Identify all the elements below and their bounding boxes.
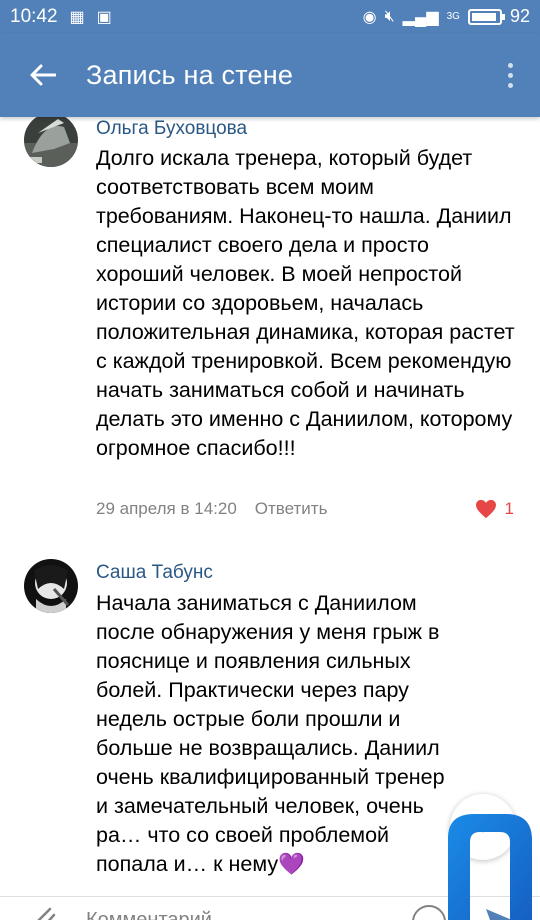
comment-input[interactable]: Комментарий... xyxy=(86,909,229,920)
status-time: 10:42 xyxy=(10,5,58,27)
app-bar: Запись на стене xyxy=(0,33,540,117)
gallery-notification-icon: ▦ xyxy=(69,8,85,26)
like-count: 1 xyxy=(504,499,514,518)
avatar[interactable] xyxy=(24,113,78,167)
comment-date: 29 апреля в 14:20 xyxy=(96,499,237,518)
mute-icon: 🔇︎ xyxy=(384,7,395,25)
image-notification-icon: ▣ xyxy=(96,8,112,26)
brand-logo xyxy=(448,814,532,920)
more-vert-icon[interactable] xyxy=(480,62,540,88)
reply-button[interactable]: Ответить xyxy=(255,499,328,519)
comment-author[interactable]: Саша Табунс xyxy=(96,562,213,584)
emoji-icon[interactable] xyxy=(412,905,446,920)
nfc-icon: ◉ xyxy=(362,8,377,26)
back-button[interactable] xyxy=(0,33,86,117)
heart-icon xyxy=(475,499,496,519)
comment-meta: 29 апреля в 14:20 Ответить xyxy=(96,499,327,519)
battery-percent: 92 xyxy=(509,6,530,26)
avatar[interactable] xyxy=(24,559,78,613)
like-button[interactable]: 1 xyxy=(475,499,514,519)
battery-icon xyxy=(467,8,505,25)
network-type: 3G xyxy=(446,11,460,22)
comment-text: Долго искала тренера, который будет соот… xyxy=(96,146,515,460)
comment-author[interactable]: Ольга Буховцова xyxy=(96,118,247,140)
status-bar: 10:42 ▦ ▣ ◉ 🔇︎ ▂▄▆ 3G 92 xyxy=(0,0,540,33)
signal-icon: ▂▄▆ xyxy=(402,8,439,26)
page-title: Запись на стене xyxy=(86,59,294,90)
attach-icon[interactable] xyxy=(30,903,58,920)
comment-text: Начала заниматься с Даниилом после обнар… xyxy=(96,591,445,876)
back-arrow-icon xyxy=(30,64,56,86)
